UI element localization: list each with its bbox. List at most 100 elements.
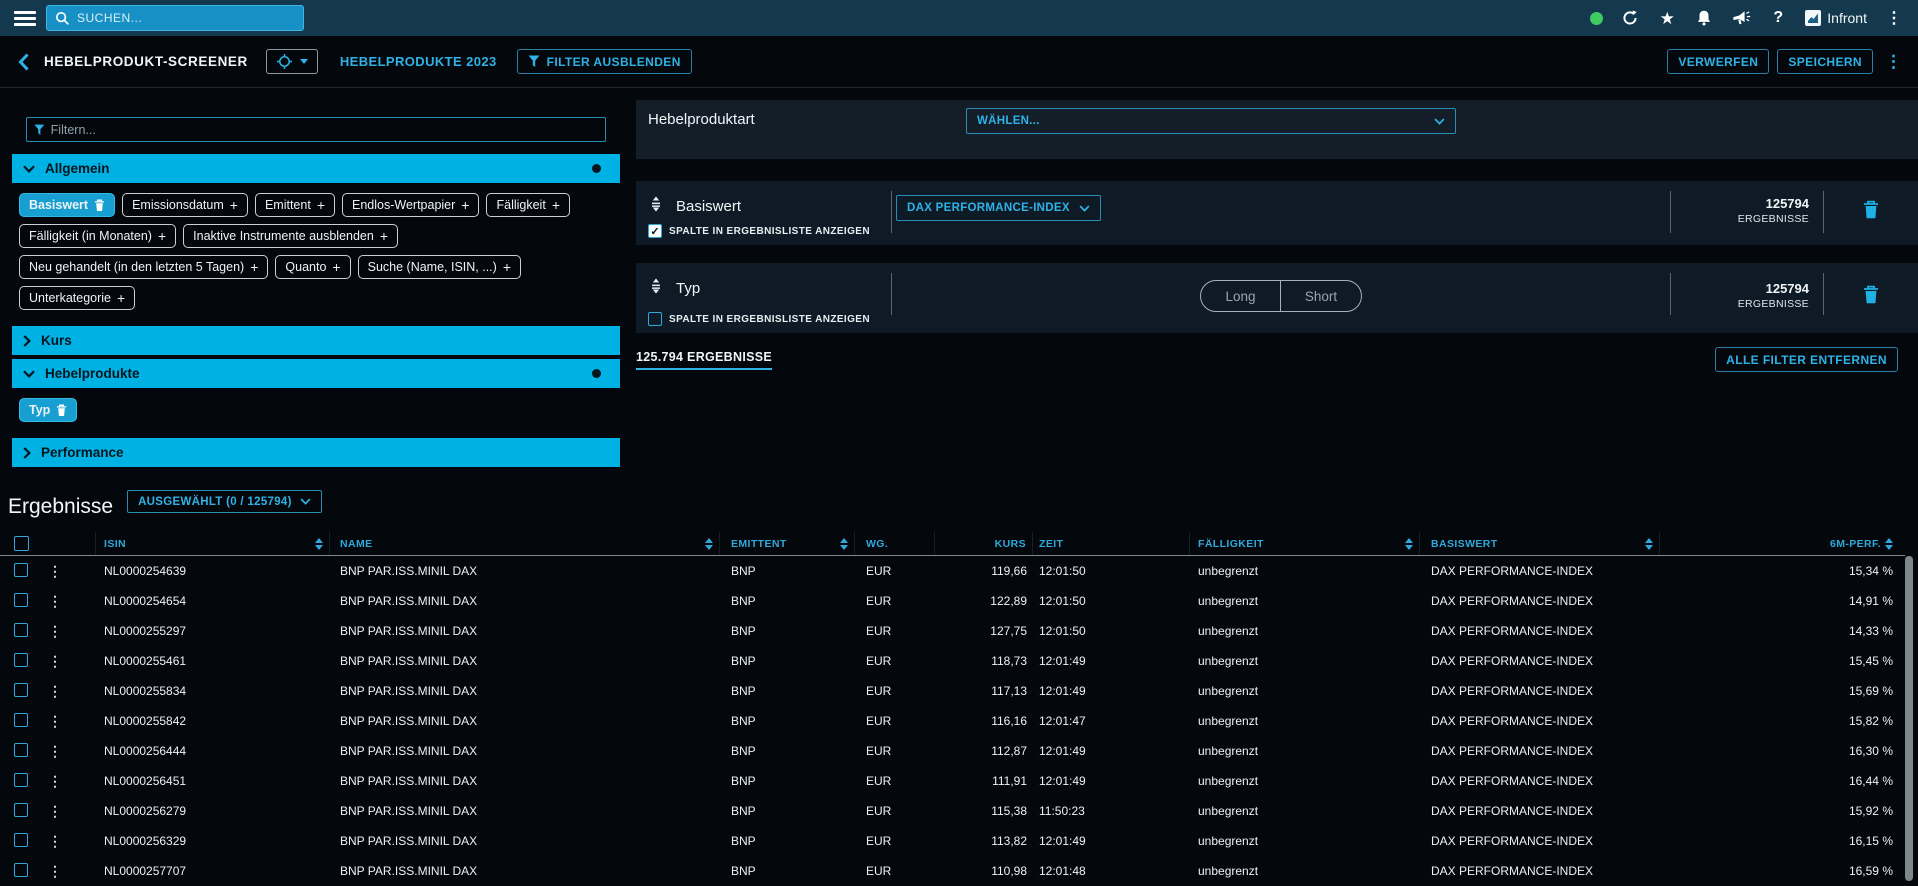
column-header-basiswert[interactable]: BASISWERT — [1420, 532, 1660, 555]
row-checkbox[interactable] — [14, 653, 28, 667]
toolbar-menu-kebab-icon[interactable]: ⋮ — [1881, 52, 1906, 72]
row-checkbox[interactable] — [14, 863, 28, 877]
delete-filter-button[interactable] — [1863, 200, 1879, 219]
column-header-isin[interactable]: ISIN — [96, 532, 330, 555]
save-button[interactable]: SPEICHERN — [1777, 49, 1873, 74]
row-checkbox[interactable] — [14, 773, 28, 787]
long-option-button[interactable]: Long — [1201, 281, 1281, 311]
selected-dropdown[interactable]: AUSGEWÄHLT (0 / 125794) — [127, 490, 322, 513]
column-header-6m-perf[interactable]: 6M-PERF. — [1660, 532, 1905, 555]
infront-logo[interactable]: Infront — [1805, 10, 1867, 26]
row-menu-kebab-icon[interactable]: ⋮ — [48, 863, 62, 879]
short-option-button[interactable]: Short — [1281, 281, 1361, 311]
help-icon[interactable]: ? — [1768, 8, 1788, 28]
filter-chip[interactable]: Basiswert + — [19, 193, 115, 217]
refresh-icon[interactable] — [1620, 8, 1640, 28]
trash-icon[interactable] — [56, 404, 67, 417]
show-column-checkbox[interactable]: ✓ — [648, 224, 662, 238]
screen-name-link[interactable]: HEBELPRODUKTE 2023 — [340, 54, 497, 69]
row-checkbox[interactable] — [14, 593, 28, 607]
row-menu-kebab-icon[interactable]: ⋮ — [48, 623, 62, 639]
row-menu-kebab-icon[interactable]: ⋮ — [48, 653, 62, 669]
link-target-button[interactable] — [266, 49, 318, 74]
trash-icon[interactable] — [94, 199, 105, 212]
show-column-checkbox[interactable] — [648, 312, 662, 326]
filter-chip[interactable]: Unterkategorie + — [19, 286, 135, 310]
clear-all-filters-button[interactable]: ALLE FILTER ENTFERNEN — [1715, 347, 1898, 372]
cell-kurs: 127,75 — [935, 624, 1033, 638]
announcements-megaphone-icon[interactable] — [1731, 8, 1751, 28]
delete-filter-button[interactable] — [1863, 285, 1879, 304]
filter-search-input[interactable] — [51, 123, 598, 137]
section-header-hebelprodukte[interactable]: Hebelprodukte — [12, 359, 620, 388]
row-checkbox[interactable] — [14, 743, 28, 757]
filter-chip[interactable]: Emittent + — [255, 193, 335, 217]
row-checkbox[interactable] — [14, 623, 28, 637]
results-count-link[interactable]: 125.794 ERGEBNISSE — [636, 350, 772, 370]
notifications-bell-icon[interactable] — [1694, 8, 1714, 28]
row-menu-kebab-icon[interactable]: ⋮ — [48, 833, 62, 849]
filter-chip-label: Fälligkeit (in Monaten) — [29, 229, 152, 243]
row-checkbox[interactable] — [14, 833, 28, 847]
drag-handle-icon[interactable] — [648, 196, 664, 212]
section-header-kurs[interactable]: Kurs — [12, 326, 620, 355]
row-menu-kebab-icon[interactable]: ⋮ — [48, 743, 62, 759]
table-row[interactable]: ⋮ NL0000254639 BNP PAR.ISS.MINIL DAX BNP… — [0, 556, 1905, 586]
hamburger-menu-button[interactable] — [14, 11, 36, 26]
table-row[interactable]: ⋮ NL0000255842 BNP PAR.ISS.MINIL DAX BNP… — [0, 706, 1905, 736]
drag-handle-icon[interactable] — [648, 278, 664, 294]
table-row[interactable]: ⋮ NL0000255461 BNP PAR.ISS.MINIL DAX BNP… — [0, 646, 1905, 676]
filter-chip[interactable]: Fälligkeit + — [486, 193, 570, 217]
row-menu-kebab-icon[interactable]: ⋮ — [48, 803, 62, 819]
row-checkbox[interactable] — [14, 683, 28, 697]
column-header-faelligkeit[interactable]: FÄLLIGKEIT — [1190, 532, 1420, 555]
filter-chip[interactable]: Typ + — [19, 398, 77, 422]
column-header-name[interactable]: NAME — [330, 532, 720, 555]
section-header-allgemein[interactable]: Allgemein — [12, 154, 620, 183]
filter-search-box[interactable] — [26, 117, 606, 142]
row-checkbox[interactable] — [14, 713, 28, 727]
table-row[interactable]: ⋮ NL0000254654 BNP PAR.ISS.MINIL DAX BNP… — [0, 586, 1905, 616]
cell-isin: NL0000256451 — [96, 774, 330, 788]
table-row[interactable]: ⋮ NL0000255297 BNP PAR.ISS.MINIL DAX BNP… — [0, 616, 1905, 646]
filter-chip[interactable]: Emissionsdatum + — [122, 193, 248, 217]
row-menu-kebab-icon[interactable]: ⋮ — [48, 713, 62, 729]
filter-chip[interactable]: Quanto + — [275, 255, 350, 279]
row-menu-kebab-icon[interactable]: ⋮ — [48, 593, 62, 609]
row-checkbox[interactable] — [14, 803, 28, 817]
filter-chip[interactable]: Suche (Name, ISIN, ...) + — [358, 255, 521, 279]
table-row[interactable]: ⋮ NL0000255834 BNP PAR.ISS.MINIL DAX BNP… — [0, 676, 1905, 706]
cell-faelligkeit: unbegrenzt — [1190, 774, 1420, 788]
back-button[interactable] — [10, 49, 36, 75]
row-menu-kebab-icon[interactable]: ⋮ — [48, 683, 62, 699]
favorites-star-icon[interactable]: ★ — [1657, 8, 1677, 28]
table-row[interactable]: ⋮ NL0000256329 BNP PAR.ISS.MINIL DAX BNP… — [0, 826, 1905, 856]
filter-chip[interactable]: Inaktive Instrumente ausblenden + — [183, 224, 398, 248]
basiswert-select[interactable]: DAX PERFORMANCE-INDEX — [896, 195, 1101, 221]
table-row[interactable]: ⋮ NL0000256444 BNP PAR.ISS.MINIL DAX BNP… — [0, 736, 1905, 766]
allgemein-chips: Basiswert + Emissionsdatum + — [12, 183, 620, 322]
toggle-filters-button[interactable]: FILTER AUSBLENDEN — [517, 49, 692, 74]
row-menu-kebab-icon[interactable]: ⋮ — [48, 563, 62, 579]
table-row[interactable]: ⋮ NL0000256451 BNP PAR.ISS.MINIL DAX BNP… — [0, 766, 1905, 796]
filter-chip[interactable]: Neu gehandelt (in den letzten 5 Tagen) + — [19, 255, 268, 279]
discard-button[interactable]: VERWERFEN — [1667, 49, 1769, 74]
filter-chip[interactable]: Endlos-Wertpapier + — [342, 193, 479, 217]
table-row[interactable]: ⋮ NL0000256279 BNP PAR.ISS.MINIL DAX BNP… — [0, 796, 1905, 826]
search-input[interactable] — [77, 11, 295, 25]
column-header-emittent[interactable]: EMITTENT — [720, 532, 855, 555]
product-type-select[interactable]: WÄHLEN... — [966, 108, 1456, 134]
filter-chip[interactable]: Fälligkeit (in Monaten) + — [19, 224, 176, 248]
column-header-kurs[interactable]: KURS — [935, 532, 1033, 555]
column-header-zeit[interactable]: ZEIT — [1033, 532, 1190, 555]
table-row[interactable]: ⋮ NL0000257707 BNP PAR.ISS.MINIL DAX BNP… — [0, 856, 1905, 886]
column-header-wg[interactable]: WG. — [855, 532, 935, 555]
row-checkbox[interactable] — [14, 563, 28, 577]
cell-emittent: BNP — [720, 654, 855, 668]
table-scrollbar-thumb[interactable] — [1905, 556, 1913, 881]
topbar-menu-kebab-icon[interactable]: ⋮ — [1884, 8, 1904, 28]
search-box[interactable] — [46, 5, 304, 31]
select-all-checkbox[interactable] — [14, 536, 29, 551]
row-menu-kebab-icon[interactable]: ⋮ — [48, 773, 62, 789]
section-header-performance[interactable]: Performance — [12, 438, 620, 467]
